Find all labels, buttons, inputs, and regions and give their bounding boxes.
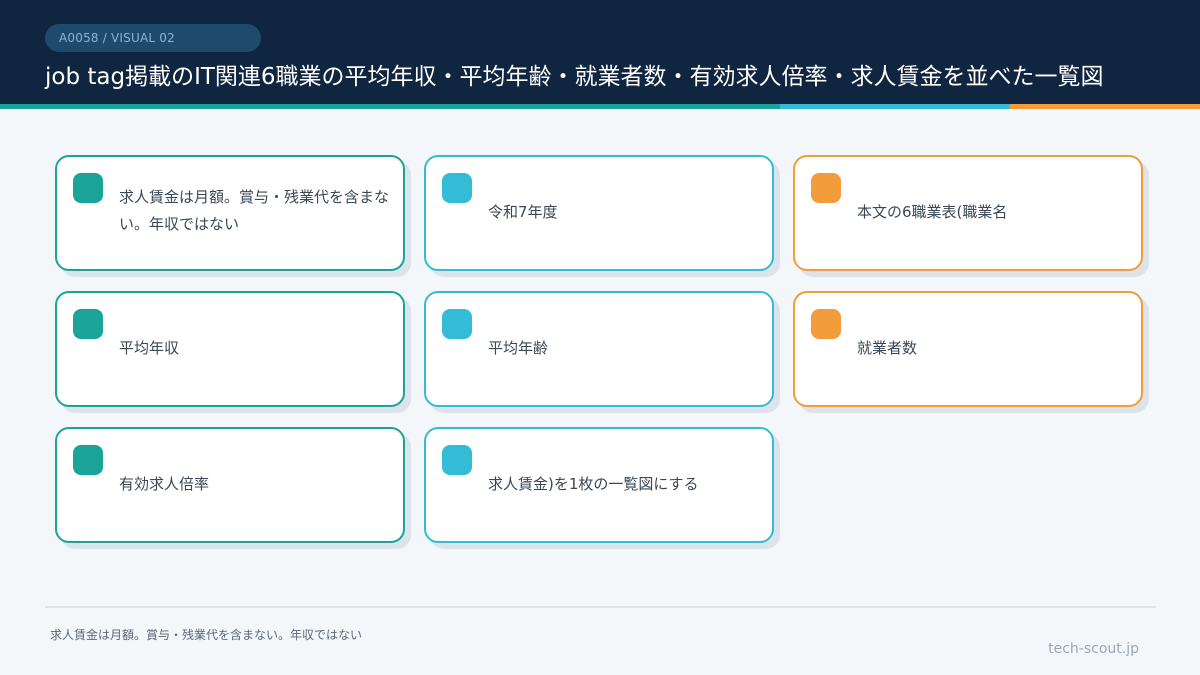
page-title: job tag掲載のIT関連6職業の平均年収・平均年齢・就業者数・有効求人倍率・… — [45, 64, 1104, 90]
card-text: 令和7年度 — [488, 203, 558, 221]
accent-bar-cyan — [780, 104, 1010, 109]
accent-bar-teal — [0, 104, 780, 109]
card-text: 就業者数 — [857, 339, 918, 357]
card-text: 本文の6職業表(職業名 — [857, 203, 1008, 221]
visual-badge: A0058 / VISUAL 02 — [45, 24, 261, 52]
accent-bar-orange — [1010, 104, 1200, 109]
card-text: 平均年収 — [119, 339, 180, 357]
card-marker-icon — [442, 445, 472, 475]
info-card: 求人賃金は月額。賞与・残業代を含まない。年収ではない — [55, 155, 405, 271]
info-card: 平均年齢 — [424, 291, 774, 407]
header: A0058 / VISUAL 02 job tag掲載のIT関連6職業の平均年収… — [0, 0, 1200, 104]
info-card: 就業者数 — [793, 291, 1143, 407]
footer-divider — [45, 606, 1156, 608]
card-marker-icon — [811, 173, 841, 203]
card-text: 有効求人倍率 — [119, 475, 210, 493]
card-text: 求人賃金)を1枚の一覧図にする — [488, 475, 699, 493]
footnote: 求人賃金は月額。賞与・残業代を含まない。年収ではない — [50, 628, 363, 642]
site-credit: tech-scout.jp — [1048, 641, 1139, 657]
card-marker-icon — [442, 309, 472, 339]
info-card: 令和7年度 — [424, 155, 774, 271]
info-card: 本文の6職業表(職業名 — [793, 155, 1143, 271]
card-text: 求人賃金は月額。賞与・残業代を含まない。年収ではない — [119, 188, 390, 233]
card-marker-icon — [73, 173, 103, 203]
card-marker-icon — [811, 309, 841, 339]
info-card: 求人賃金)を1枚の一覧図にする — [424, 427, 774, 543]
card-marker-icon — [73, 309, 103, 339]
card-marker-icon — [73, 445, 103, 475]
info-card: 平均年収 — [55, 291, 405, 407]
card-marker-icon — [442, 173, 472, 203]
info-card: 有効求人倍率 — [55, 427, 405, 543]
card-text: 平均年齢 — [488, 339, 549, 357]
